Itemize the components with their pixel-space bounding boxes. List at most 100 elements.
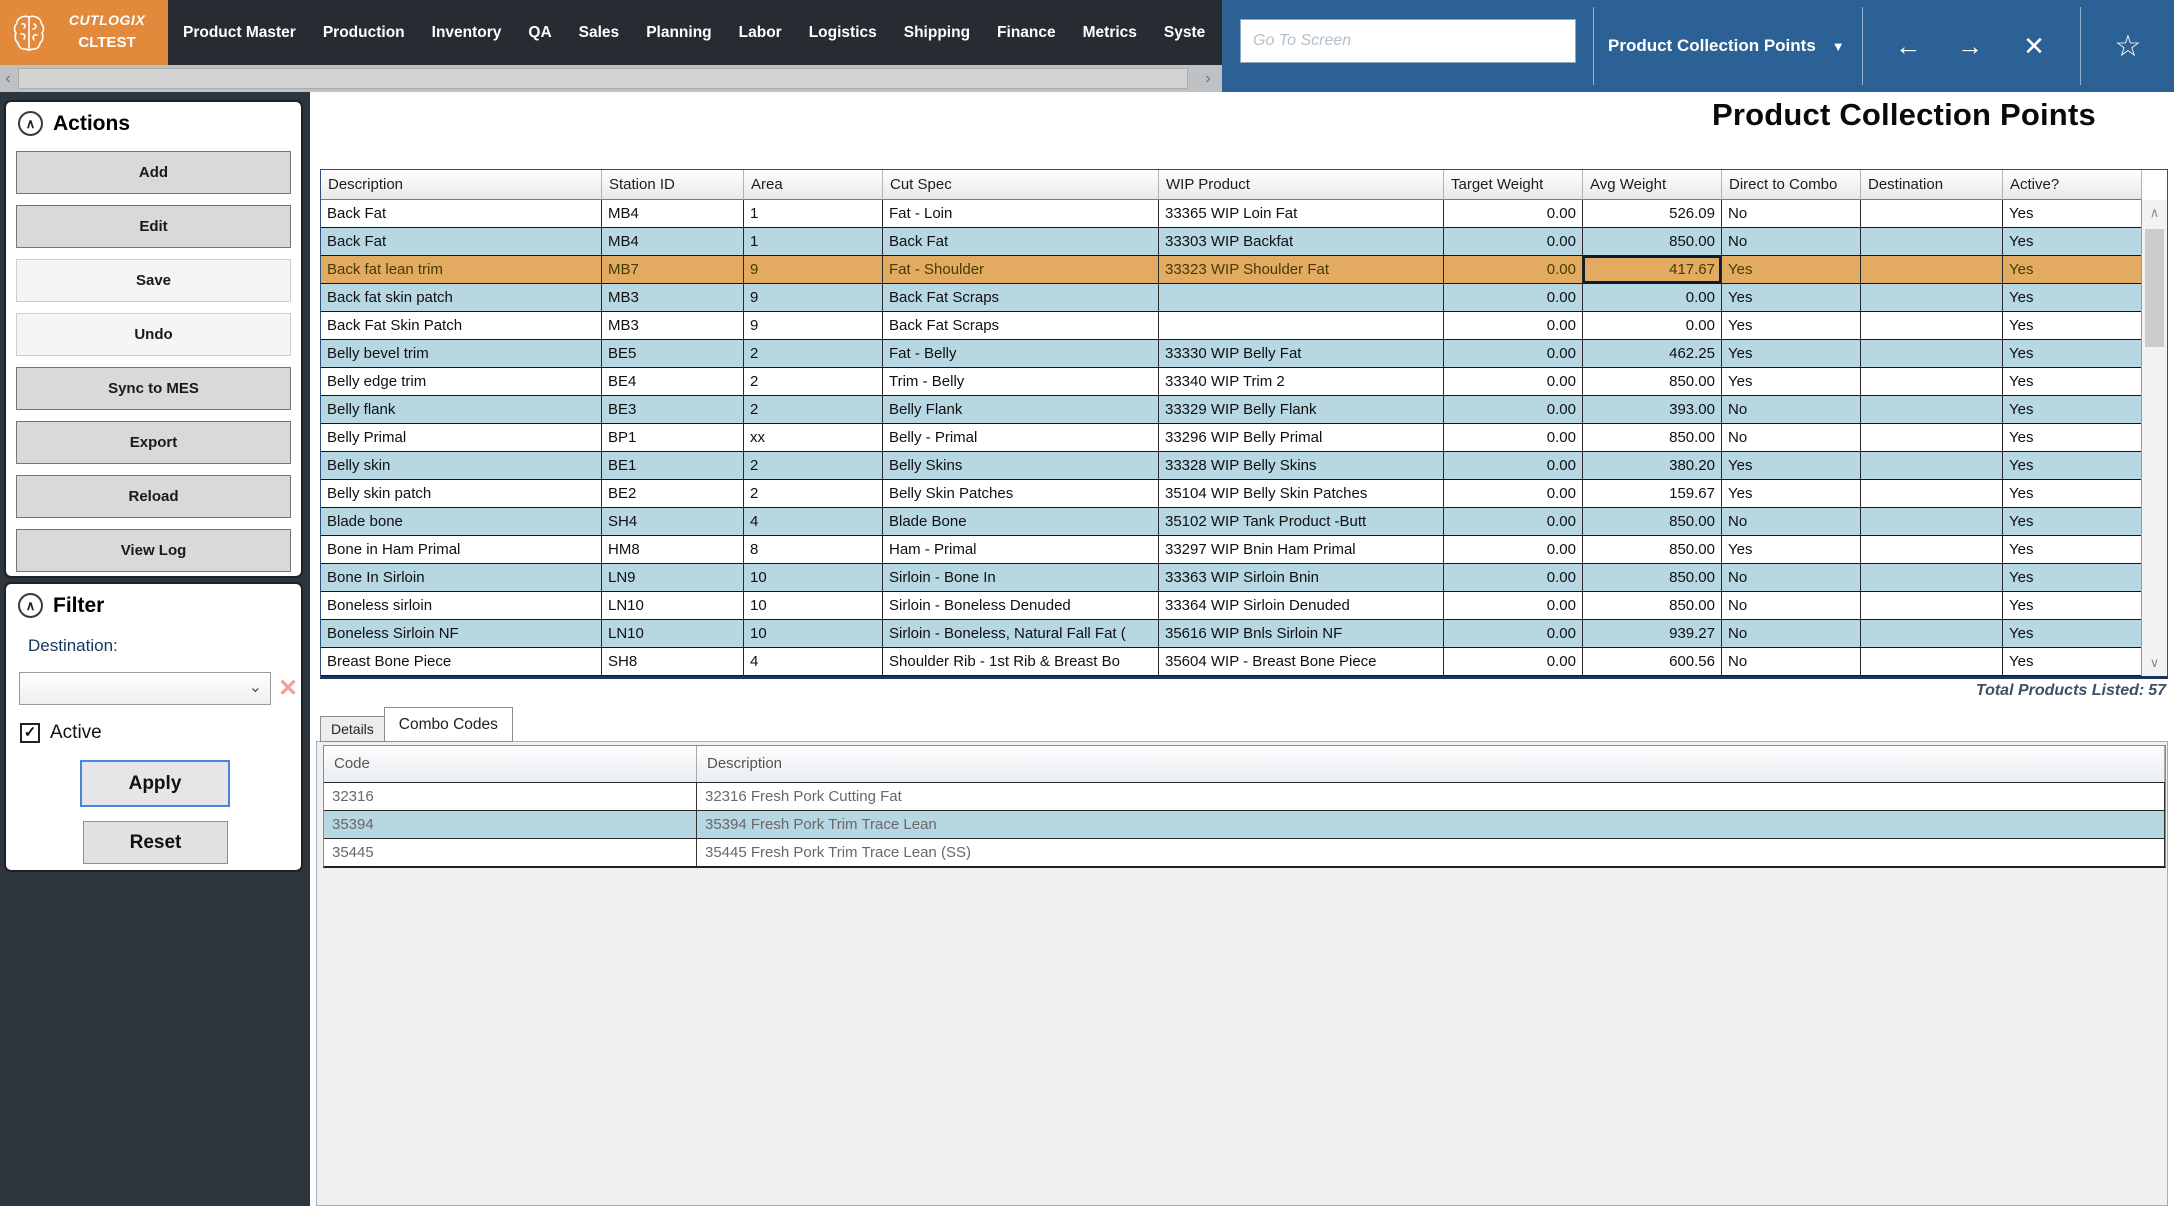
table-cell[interactable]: 0.00 xyxy=(1444,536,1583,564)
combo-cell[interactable]: 32316 xyxy=(324,783,697,810)
tab-combo-codes[interactable]: Combo Codes xyxy=(384,707,513,742)
add-button[interactable]: Add xyxy=(16,151,291,194)
table-cell[interactable]: 4 xyxy=(744,648,883,676)
table-row[interactable]: Back Fat Skin PatchMB39Back Fat Scraps0.… xyxy=(321,312,2167,340)
table-cell[interactable]: Yes xyxy=(2003,564,2142,592)
table-cell[interactable]: Bone in Ham Primal xyxy=(321,536,602,564)
table-cell[interactable]: 0.00 xyxy=(1444,368,1583,396)
table-cell[interactable]: Boneless Sirloin NF xyxy=(321,620,602,648)
table-cell[interactable]: Yes xyxy=(1722,312,1861,340)
table-cell[interactable]: Yes xyxy=(2003,256,2142,284)
nav-item[interactable]: Production xyxy=(323,24,405,42)
table-cell[interactable] xyxy=(1861,396,2003,424)
nav-item[interactable]: Metrics xyxy=(1083,24,1137,42)
table-cell[interactable]: 0.00 xyxy=(1444,340,1583,368)
table-cell[interactable]: 0.00 xyxy=(1444,396,1583,424)
table-cell[interactable]: 33363 WIP Sirloin Bnin xyxy=(1159,564,1444,592)
table-cell[interactable]: Yes xyxy=(2003,424,2142,452)
table-cell[interactable]: 0.00 xyxy=(1444,284,1583,312)
table-cell[interactable]: 0.00 xyxy=(1444,648,1583,676)
table-cell[interactable]: Yes xyxy=(1722,452,1861,480)
column-header[interactable]: Avg Weight xyxy=(1583,170,1722,200)
sync-to-mes-button[interactable]: Sync to MES xyxy=(16,367,291,410)
screen-selector-dropdown[interactable]: Product Collection Points ▼ xyxy=(1608,0,1845,92)
table-cell[interactable]: Back fat skin patch xyxy=(321,284,602,312)
table-cell[interactable]: 35102 WIP Tank Product -Butt xyxy=(1159,508,1444,536)
table-cell[interactable]: Back Fat Scraps xyxy=(883,312,1159,340)
table-cell[interactable]: Belly Flank xyxy=(883,396,1159,424)
table-cell[interactable]: Yes xyxy=(2003,368,2142,396)
table-cell[interactable]: Belly skin patch xyxy=(321,480,602,508)
table-cell[interactable]: 462.25 xyxy=(1583,340,1722,368)
table-cell[interactable]: 850.00 xyxy=(1583,592,1722,620)
table-cell[interactable]: 1 xyxy=(744,200,883,228)
favorite-icon[interactable]: ☆ xyxy=(2106,0,2150,92)
table-cell[interactable] xyxy=(1861,312,2003,340)
table-cell[interactable]: 0.00 xyxy=(1444,508,1583,536)
table-cell[interactable]: No xyxy=(1722,396,1861,424)
table-cell[interactable]: 10 xyxy=(744,564,883,592)
table-cell[interactable]: MB4 xyxy=(602,228,744,256)
table-row[interactable]: Breast Bone PieceSH84Shoulder Rib - 1st … xyxy=(321,648,2167,676)
combo-row[interactable]: 3544535445 Fresh Pork Trim Trace Lean (S… xyxy=(324,838,2165,866)
table-cell[interactable]: Bone In Sirloin xyxy=(321,564,602,592)
table-cell[interactable]: 0.00 xyxy=(1444,256,1583,284)
scroll-up-icon[interactable]: ∧ xyxy=(2142,200,2167,226)
table-cell[interactable]: HM8 xyxy=(602,536,744,564)
table-cell[interactable]: 35604 WIP - Breast Bone Piece xyxy=(1159,648,1444,676)
table-cell[interactable]: 10 xyxy=(744,620,883,648)
table-cell[interactable]: 159.67 xyxy=(1583,480,1722,508)
table-cell[interactable]: 33297 WIP Bnin Ham Primal xyxy=(1159,536,1444,564)
nav-item[interactable]: QA xyxy=(528,24,551,42)
table-cell[interactable]: Sirloin - Bone In xyxy=(883,564,1159,592)
table-cell[interactable]: SH4 xyxy=(602,508,744,536)
table-cell[interactable]: LN10 xyxy=(602,620,744,648)
table-cell[interactable]: 0.00 xyxy=(1444,312,1583,340)
table-cell[interactable]: Yes xyxy=(2003,340,2142,368)
table-cell[interactable]: Sirloin - Boneless, Natural Fall Fat ( xyxy=(883,620,1159,648)
table-cell[interactable]: 850.00 xyxy=(1583,564,1722,592)
reset-button[interactable]: Reset xyxy=(83,821,228,864)
scroll-down-icon[interactable]: ∨ xyxy=(2142,650,2167,676)
table-cell[interactable]: Yes xyxy=(2003,480,2142,508)
table-cell[interactable]: Blade bone xyxy=(321,508,602,536)
table-row[interactable]: Boneless Sirloin NFLN1010Sirloin - Bonel… xyxy=(321,620,2167,648)
table-cell[interactable]: xx xyxy=(744,424,883,452)
table-cell[interactable]: No xyxy=(1722,592,1861,620)
table-cell[interactable]: Belly flank xyxy=(321,396,602,424)
table-cell[interactable]: Belly bevel trim xyxy=(321,340,602,368)
table-cell[interactable]: 393.00 xyxy=(1583,396,1722,424)
destination-select[interactable]: ⌄ xyxy=(19,672,271,705)
table-cell[interactable] xyxy=(1861,564,2003,592)
combo-column-header[interactable]: Code xyxy=(324,746,697,782)
table-cell[interactable]: 0.00 xyxy=(1444,620,1583,648)
column-header[interactable]: Cut Spec xyxy=(883,170,1159,200)
table-cell[interactable]: Yes xyxy=(2003,452,2142,480)
horizontal-scrollbar-thumb[interactable] xyxy=(18,68,1188,89)
table-row[interactable]: Back fat lean trimMB79Fat - Shoulder3332… xyxy=(321,256,2167,284)
save-button[interactable]: Save xyxy=(16,259,291,302)
collapse-filter-icon[interactable]: ∧ xyxy=(18,593,43,618)
nav-item[interactable]: Syste xyxy=(1164,24,1205,42)
table-cell[interactable] xyxy=(1861,480,2003,508)
nav-item[interactable]: Shipping xyxy=(904,24,970,42)
combo-cell[interactable]: 35394 Fresh Pork Trim Trace Lean xyxy=(697,811,2165,838)
table-cell[interactable]: BE2 xyxy=(602,480,744,508)
tab-details[interactable]: Details xyxy=(320,716,385,742)
table-cell[interactable]: 0.00 xyxy=(1583,312,1722,340)
table-row[interactable]: Back fat skin patchMB39Back Fat Scraps0.… xyxy=(321,284,2167,312)
table-cell[interactable] xyxy=(1861,508,2003,536)
table-cell[interactable]: No xyxy=(1722,648,1861,676)
combo-cell[interactable]: 32316 Fresh Pork Cutting Fat xyxy=(697,783,2165,810)
table-cell[interactable]: 10 xyxy=(744,592,883,620)
nav-item[interactable]: Labor xyxy=(739,24,782,42)
table-cell[interactable]: 35104 WIP Belly Skin Patches xyxy=(1159,480,1444,508)
table-row[interactable]: Boneless sirloinLN1010Sirloin - Boneless… xyxy=(321,592,2167,620)
table-cell[interactable]: No xyxy=(1722,228,1861,256)
nav-item[interactable]: Logistics xyxy=(809,24,877,42)
table-cell[interactable] xyxy=(1861,368,2003,396)
table-cell[interactable]: 33340 WIP Trim 2 xyxy=(1159,368,1444,396)
table-cell[interactable]: Belly - Primal xyxy=(883,424,1159,452)
table-cell[interactable]: 526.09 xyxy=(1583,200,1722,228)
horizontal-scrollbar[interactable]: ‹ › xyxy=(0,65,1222,92)
